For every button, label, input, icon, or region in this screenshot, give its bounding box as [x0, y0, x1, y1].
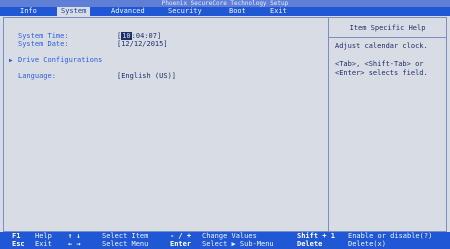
system-time-label: System Time: — [18, 32, 69, 40]
key-delete-desc: Delete(x) — [348, 240, 386, 248]
menu-bar: Info System Advanced Security Boot Exit — [0, 7, 450, 16]
language-field[interactable]: [English (US)] — [117, 72, 176, 80]
key-up-down: ↑ ↓ — [68, 232, 81, 240]
key-enter: Enter — [170, 240, 192, 248]
tab-info[interactable]: Info — [16, 7, 41, 16]
key-esc: Esc — [12, 240, 25, 248]
tab-exit[interactable]: Exit — [266, 7, 291, 16]
key-f1: F1 — [12, 232, 21, 240]
system-time-cursor[interactable]: 10 — [121, 32, 132, 40]
help-text: Adjust calendar clock. <Tab>, <Shift-Tab… — [335, 42, 428, 77]
key-minus-plus-desc: Change Values — [202, 232, 257, 240]
key-left-right-desc: Select Menu — [102, 240, 149, 248]
help-panel: Item Specific Help Adjust calendar clock… — [328, 17, 447, 232]
key-shift-1: Shift + 1 — [297, 232, 335, 240]
key-f1-desc: Help — [35, 232, 52, 240]
drive-configurations-item[interactable]: Drive Configurations — [18, 56, 102, 64]
tab-security[interactable]: Security — [164, 7, 206, 16]
submenu-arrow-icon: ▶ — [9, 57, 13, 64]
setup-title-bar: Phoenix SecureCore Technology Setup — [0, 0, 450, 7]
key-esc-desc: Exit — [35, 240, 52, 248]
key-enter-desc: Select ▶ Sub-Menu — [202, 240, 274, 248]
key-delete: Delete — [297, 240, 323, 248]
key-minus-plus: - / + — [170, 232, 192, 240]
system-time-field[interactable]: [10:04:07] — [117, 32, 161, 40]
key-left-right: ← → — [68, 240, 81, 248]
system-date-label: System Date: — [18, 40, 69, 48]
help-header: Item Specific Help — [329, 18, 446, 38]
tab-system[interactable]: System — [57, 7, 91, 16]
language-label: Language: — [18, 72, 56, 80]
key-legend-bar: F1 Help Esc Exit ↑ ↓ Select Item ← → Sel… — [0, 232, 450, 249]
system-time-rest: :04:07] — [131, 32, 162, 40]
system-date-field[interactable]: [12/12/2015] — [117, 40, 168, 48]
settings-panel: System Time: [10:04:07] System Date: [12… — [3, 17, 329, 232]
key-up-down-desc: Select Item — [102, 232, 149, 240]
tab-advanced[interactable]: Advanced — [107, 7, 149, 16]
key-shift-1-desc: Enable or disable(?) — [348, 232, 433, 240]
tab-boot[interactable]: Boot — [225, 7, 250, 16]
